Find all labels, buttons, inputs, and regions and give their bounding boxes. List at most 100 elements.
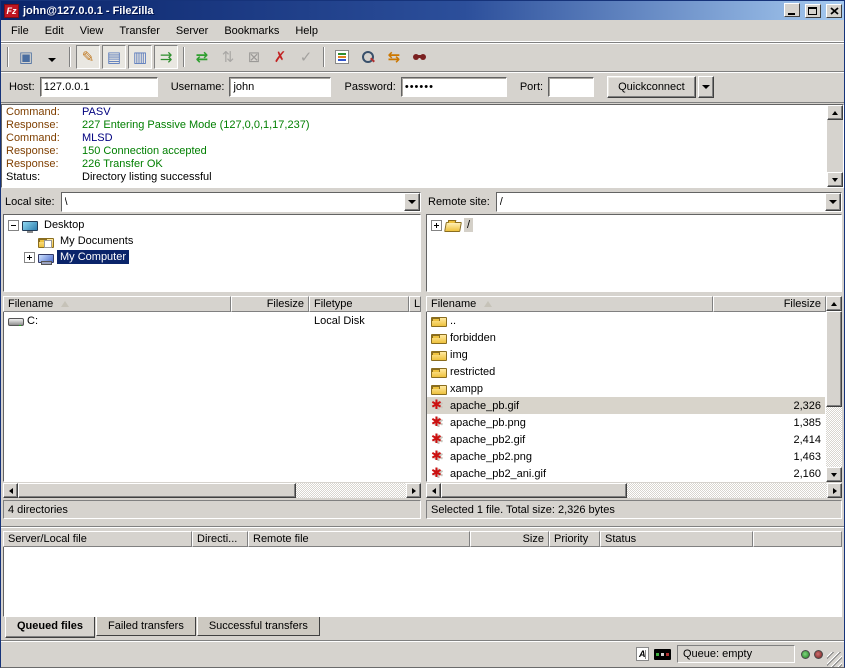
- scroll-up-button[interactable]: [826, 296, 842, 311]
- column-header[interactable]: Filename: [3, 296, 231, 312]
- column-header[interactable]: Filename: [426, 296, 713, 312]
- file-row[interactable]: apache_pb2.gif 2,414: [427, 431, 825, 448]
- toggle-remote-treeview-button[interactable]: [128, 45, 152, 69]
- maximize-button[interactable]: [805, 4, 821, 18]
- resize-grip[interactable]: [827, 652, 842, 667]
- scroll-track[interactable]: [826, 407, 842, 467]
- transfer-type-button[interactable]: [634, 646, 651, 662]
- tab[interactable]: Successful transfers: [197, 617, 320, 636]
- cancel-operation-button[interactable]: [242, 45, 266, 69]
- remote-horizontal-scrollbar[interactable]: [426, 483, 842, 498]
- file-row[interactable]: C: Local Disk: [4, 312, 420, 329]
- scroll-thumb[interactable]: [441, 483, 627, 498]
- title-bar[interactable]: Fz john@127.0.0.1 - FileZilla: [1, 1, 844, 20]
- scroll-down-button[interactable]: [827, 172, 843, 187]
- local-site-input[interactable]: [62, 193, 404, 211]
- scroll-right-button[interactable]: [827, 483, 842, 498]
- filter-button[interactable]: [330, 45, 354, 69]
- quickconnect-button[interactable]: Quickconnect: [607, 76, 696, 98]
- disconnect-button[interactable]: [268, 45, 292, 69]
- file-row[interactable]: forbidden: [427, 329, 825, 346]
- username-input[interactable]: [229, 77, 331, 97]
- menu-item[interactable]: Transfer: [111, 22, 168, 40]
- file-row[interactable]: xampp: [427, 380, 825, 397]
- expander-icon[interactable]: [24, 236, 35, 247]
- toggle-local-treeview-button[interactable]: [102, 45, 126, 69]
- remote-site-combo[interactable]: [496, 192, 842, 212]
- synchronized-browsing-button[interactable]: [408, 45, 432, 69]
- password-input[interactable]: [401, 77, 507, 97]
- reconnect-button[interactable]: [294, 45, 318, 69]
- log-line: Response:226 Transfer OK: [6, 158, 839, 171]
- column-header[interactable]: Filetype: [309, 296, 409, 312]
- scroll-left-button[interactable]: [3, 483, 18, 498]
- search-icon: [361, 50, 375, 64]
- column-header[interactable]: Filesize: [713, 296, 826, 312]
- local-site-dropdown-button[interactable]: [404, 193, 420, 211]
- menu-item[interactable]: File: [3, 22, 37, 40]
- scroll-thumb[interactable]: [18, 483, 296, 498]
- scroll-left-button[interactable]: [426, 483, 441, 498]
- column-header[interactable]: Remote file: [248, 531, 470, 547]
- tree-item[interactable]: /: [427, 217, 841, 233]
- tree-item[interactable]: Desktop: [4, 217, 420, 233]
- toggle-message-log-icon: [82, 50, 95, 65]
- port-input[interactable]: [548, 77, 594, 97]
- scroll-track[interactable]: [827, 120, 843, 172]
- remote-site-dropdown-button[interactable]: [825, 193, 841, 211]
- expander-icon[interactable]: [8, 220, 19, 231]
- menu-item[interactable]: Bookmarks: [216, 22, 287, 40]
- file-row[interactable]: apache_pb2_ani.gif 2,160: [427, 465, 825, 482]
- file-row[interactable]: apache_pb.gif 2,326: [427, 397, 825, 414]
- directory-comparison-button[interactable]: [382, 45, 406, 69]
- tab[interactable]: Failed transfers: [96, 617, 196, 636]
- menu-item[interactable]: View: [72, 22, 112, 40]
- file-row[interactable]: ..: [427, 312, 825, 329]
- column-header[interactable]: L: [409, 296, 421, 312]
- scroll-track[interactable]: [296, 483, 406, 498]
- scroll-thumb[interactable]: [826, 311, 842, 407]
- dropdown-arrow-button[interactable]: [40, 45, 64, 69]
- tree-item[interactable]: My Documents: [4, 233, 420, 249]
- file-row[interactable]: apache_pb.png 1,385: [427, 414, 825, 431]
- toggle-message-log-button[interactable]: [76, 45, 100, 69]
- menu-item[interactable]: Edit: [37, 22, 72, 40]
- refresh-button[interactable]: [190, 45, 214, 69]
- column-header[interactable]: Priority: [549, 531, 600, 547]
- column-header[interactable]: Size: [470, 531, 549, 547]
- tree-item[interactable]: My Computer: [4, 249, 420, 265]
- search-button[interactable]: [356, 45, 380, 69]
- remote-site-input[interactable]: [497, 193, 825, 211]
- toggle-transfer-queue-button[interactable]: [154, 45, 178, 69]
- file-row[interactable]: restricted: [427, 363, 825, 380]
- minimize-button[interactable]: [784, 3, 800, 17]
- column-header[interactable]: Status: [600, 531, 753, 547]
- scroll-down-button[interactable]: [826, 467, 842, 482]
- column-header[interactable]: Server/Local file: [3, 531, 192, 547]
- expander-icon[interactable]: [24, 252, 35, 263]
- local-horizontal-scrollbar[interactable]: [3, 483, 421, 498]
- scroll-right-button[interactable]: [406, 483, 421, 498]
- menu-item[interactable]: Help: [287, 22, 326, 40]
- quickconnect-dropdown-button[interactable]: [698, 76, 714, 98]
- local-site-combo[interactable]: [61, 192, 421, 212]
- queue-list[interactable]: [3, 547, 842, 617]
- scroll-track[interactable]: [627, 483, 827, 498]
- host-input[interactable]: [40, 77, 158, 97]
- remote-vertical-scrollbar[interactable]: [826, 296, 842, 482]
- process-queue-button[interactable]: [216, 45, 240, 69]
- speed-limit-button[interactable]: [654, 646, 671, 662]
- column-header[interactable]: Filesize: [231, 296, 309, 312]
- file-row[interactable]: img: [427, 346, 825, 363]
- close-button[interactable]: [826, 4, 842, 18]
- column-header[interactable]: Directi...: [192, 531, 248, 547]
- log-scrollbar[interactable]: [827, 105, 843, 187]
- image-file-icon: [431, 416, 447, 430]
- column-header[interactable]: [753, 531, 842, 547]
- file-row[interactable]: apache_pb2.png 1,463: [427, 448, 825, 465]
- menu-item[interactable]: Server: [168, 22, 216, 40]
- tab[interactable]: Queued files: [5, 617, 95, 638]
- site-manager-button[interactable]: [14, 45, 38, 69]
- expander-icon[interactable]: [431, 220, 442, 231]
- scroll-up-button[interactable]: [827, 105, 843, 120]
